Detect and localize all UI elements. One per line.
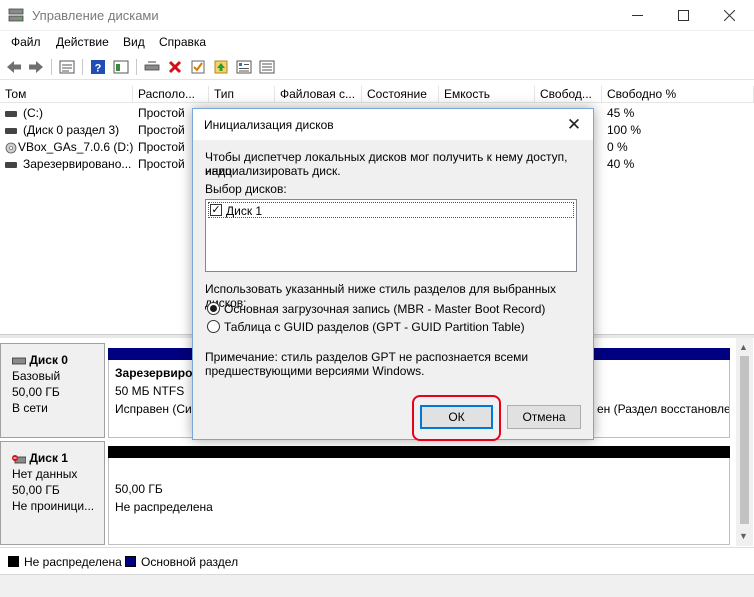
menu-action[interactable]: Действие <box>56 35 109 49</box>
volume-free-pct: 100 % <box>607 123 642 137</box>
mbr-radio[interactable] <box>207 302 220 315</box>
legend-swatch-unallocated <box>8 556 19 567</box>
partition-block[interactable]: ен (Раздел восстановле <box>590 360 730 438</box>
disk-type: Базовый <box>12 369 61 383</box>
partition-status: Исправен (Сис <box>115 402 193 416</box>
column-header[interactable]: Файловая с... <box>275 86 362 103</box>
volume-free-pct: 0 % <box>607 140 628 154</box>
scrollbar-thumb[interactable] <box>740 356 749 524</box>
forward-arrow-icon[interactable] <box>27 58 45 76</box>
volume-icon <box>5 161 17 168</box>
volume-layout: Простой <box>138 123 185 137</box>
gpt-option-label[interactable]: Таблица с GUID разделов (GPT - GUID Part… <box>224 320 525 334</box>
volume-layout: Простой <box>138 140 185 154</box>
partition-block[interactable]: 50,00 ГБ Не распределена <box>108 458 730 545</box>
title-bar: Управление дисками <box>0 0 754 31</box>
properties-icon[interactable] <box>58 58 76 76</box>
dialog-title-bar: Инициализация дисков ✕ <box>193 109 593 140</box>
column-header[interactable]: Том <box>0 86 133 103</box>
unallocated-bar <box>108 446 730 458</box>
mbr-option-label[interactable]: Основная загрузочная запись (MBR - Maste… <box>224 302 545 316</box>
gpt-radio[interactable] <box>207 320 220 333</box>
legend-label: Основной раздел <box>141 555 239 569</box>
legend: Не распределена Основной раздел <box>0 547 754 573</box>
volume-name: VBox_GAs_7.0.6 (D:) <box>18 140 133 154</box>
view-icon[interactable] <box>112 58 130 76</box>
delete-icon[interactable] <box>166 58 184 76</box>
dialog-title: Инициализация дисков <box>204 118 334 132</box>
disk-0-header[interactable]: Диск 0 Базовый 50,00 ГБ В сети <box>0 343 105 438</box>
disk-listbox[interactable]: ✓ Диск 1 <box>205 199 577 272</box>
help-icon[interactable]: ? <box>89 58 107 76</box>
connect-disk-icon[interactable] <box>143 58 161 76</box>
ok-button[interactable]: ОК <box>420 405 493 429</box>
disk-status: Не проиници... <box>12 499 95 513</box>
close-icon[interactable]: ✕ <box>559 111 589 138</box>
select-disks-label: Выбор дисков: <box>205 182 287 196</box>
check-icon[interactable] <box>189 58 207 76</box>
dialog-note-line2: предшествующими версиями Windows. <box>205 364 425 378</box>
disk-size: 50,00 ГБ <box>12 483 60 497</box>
menu-view[interactable]: Вид <box>123 35 145 49</box>
partition-size: 50,00 ГБ <box>115 482 163 496</box>
disk-name: Диск 1 <box>29 451 68 465</box>
menu-bar: Файл Действие Вид Справка <box>0 32 754 52</box>
upload-icon[interactable] <box>212 58 230 76</box>
column-header[interactable]: Тип <box>209 86 275 103</box>
disk-icon <box>12 357 26 365</box>
maximize-icon[interactable] <box>660 0 706 31</box>
svg-text:?: ? <box>95 63 102 75</box>
volume-name: Зарезервировано... <box>23 157 132 171</box>
volume-layout: Простой <box>138 157 185 171</box>
settings-list-icon[interactable] <box>258 58 276 76</box>
vertical-scrollbar[interactable]: ▲ ▼ <box>736 338 753 546</box>
close-icon[interactable] <box>706 0 752 31</box>
cancel-button[interactable]: Отмена <box>507 405 581 429</box>
disk-item-label: Диск 1 <box>226 204 263 218</box>
partition-size: 50 МБ NTFS <box>115 384 185 398</box>
column-header[interactable]: Свободно % <box>602 86 754 103</box>
partition-status: ен (Раздел восстановле <box>597 402 730 416</box>
column-header[interactable]: Располо... <box>133 86 209 103</box>
initialize-disk-dialog: Инициализация дисков ✕ Чтобы диспетчер л… <box>192 108 594 441</box>
disk-size: 50,00 ГБ <box>12 385 60 399</box>
dialog-intro-line2: инициализировать диск. <box>205 164 341 178</box>
volume-free-pct: 45 % <box>607 106 635 120</box>
window-title: Управление дисками <box>32 8 159 23</box>
list-icon[interactable] <box>235 58 253 76</box>
column-header[interactable]: Емкость <box>439 86 535 103</box>
volume-name: (C:) <box>23 106 43 120</box>
column-header[interactable]: Состояние <box>362 86 439 103</box>
uninitialized-disk-icon <box>12 454 27 464</box>
toolbar: ? <box>0 54 754 80</box>
scroll-down-icon[interactable]: ▼ <box>739 531 748 541</box>
volume-free-pct: 40 % <box>607 157 635 171</box>
disk-name: Диск 0 <box>29 353 68 367</box>
menu-file[interactable]: Файл <box>11 35 41 49</box>
status-bar <box>0 574 754 597</box>
partition-label: Зарезервиро <box>115 366 193 380</box>
disk-status: В сети <box>12 401 48 415</box>
dialog-note-line1: Примечание: стиль разделов GPT не распоз… <box>205 350 529 364</box>
disk-checkbox[interactable]: ✓ <box>210 204 222 216</box>
disk-type: Нет данных <box>12 467 78 481</box>
disk-management-icon <box>8 8 24 22</box>
volume-layout: Простой <box>138 106 185 120</box>
partition-block[interactable]: Зарезервиро 50 МБ NTFS Исправен (Сис <box>108 360 193 438</box>
legend-label: Не распределена <box>24 555 122 569</box>
column-header[interactable]: Свобод... <box>535 86 602 103</box>
disk-1-header[interactable]: Диск 1 Нет данных 50,00 ГБ Не проиници..… <box>0 441 105 545</box>
list-item[interactable]: ✓ Диск 1 <box>208 202 574 218</box>
back-arrow-icon[interactable] <box>5 58 23 76</box>
scroll-up-icon[interactable]: ▲ <box>739 342 748 352</box>
volume-icon <box>5 110 17 117</box>
volume-icon <box>5 127 17 134</box>
minimize-icon[interactable] <box>614 0 660 31</box>
volume-name: (Диск 0 раздел 3) <box>23 123 120 137</box>
legend-swatch-primary <box>125 556 136 567</box>
partition-status: Не распределена <box>115 500 213 514</box>
cd-drive-icon <box>5 142 17 154</box>
menu-help[interactable]: Справка <box>159 35 206 49</box>
